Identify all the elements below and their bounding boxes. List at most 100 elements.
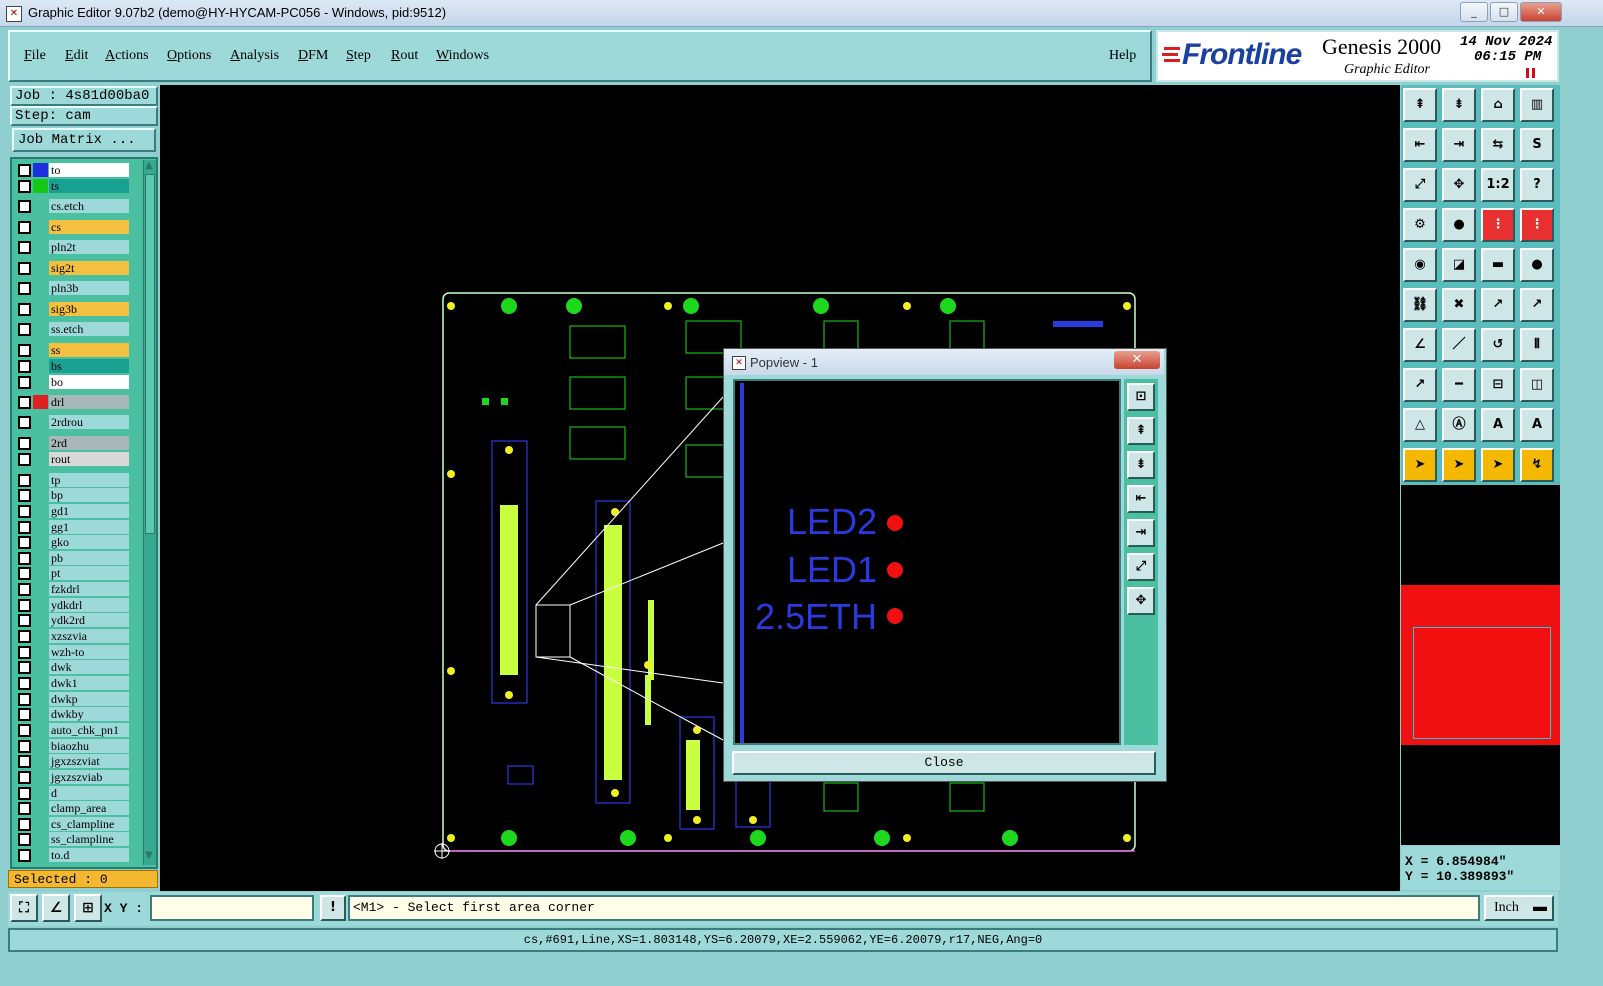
net-icon[interactable]: ⋮: [1481, 208, 1515, 242]
layer-checkbox[interactable]: [18, 536, 31, 549]
layer-name[interactable]: wzh-to: [49, 645, 129, 659]
cross-icon[interactable]: ✖: [1442, 288, 1476, 322]
layer-color-swatch[interactable]: [33, 240, 48, 254]
layer-color-swatch[interactable]: [33, 199, 48, 213]
menu-step[interactable]: Step: [346, 48, 371, 64]
menu-analysis[interactable]: Analysis: [230, 48, 279, 64]
layer-color-swatch[interactable]: [33, 801, 48, 815]
layer-color-swatch[interactable]: [33, 707, 48, 721]
layer-name[interactable]: pb: [49, 551, 129, 565]
popview-left-icon[interactable]: ⇤: [1127, 485, 1155, 513]
layer-name[interactable]: cs.etch: [49, 199, 129, 213]
layer-name[interactable]: ss.etch: [49, 322, 129, 336]
layer-color-swatch[interactable]: [33, 415, 48, 429]
route-icon[interactable]: ↯: [1520, 448, 1554, 482]
popview-down-icon[interactable]: ⇟: [1127, 451, 1155, 479]
alert-icon[interactable]: !: [320, 895, 346, 921]
layer-name[interactable]: biaozhu: [49, 739, 129, 753]
copy-icon[interactable]: ◫: [1520, 368, 1554, 402]
menu-edit[interactable]: Edit: [65, 48, 88, 64]
layer-checkbox[interactable]: [18, 505, 31, 518]
close-window-button[interactable]: ✕: [1520, 2, 1562, 22]
arc-icon[interactable]: ↺: [1481, 328, 1515, 362]
move-right-icon[interactable]: ⇥: [1442, 128, 1476, 162]
layer-checkbox[interactable]: [18, 344, 31, 357]
layer-checkbox[interactable]: [18, 521, 31, 534]
triangle-a-icon[interactable]: Ⓐ: [1442, 408, 1476, 442]
layer-checkbox[interactable]: [18, 833, 31, 846]
layer-name[interactable]: clamp_area: [49, 801, 129, 815]
layer-color-swatch[interactable]: [33, 754, 48, 768]
snap-icon[interactable]: ∠: [42, 894, 70, 922]
layer-name[interactable]: pt: [49, 566, 129, 580]
probe-icon[interactable]: ●: [1442, 208, 1476, 242]
overview-viewport[interactable]: [1413, 627, 1551, 739]
home-icon[interactable]: ⌂: [1481, 88, 1515, 122]
layer-color-swatch[interactable]: [33, 359, 48, 373]
line-icon[interactable]: ↗: [1481, 288, 1515, 322]
popview-close-x-button[interactable]: ✕: [1114, 351, 1160, 369]
layer-checkbox[interactable]: [18, 818, 31, 831]
layer-name[interactable]: dwk1: [49, 676, 129, 690]
maximize-button[interactable]: □: [1490, 2, 1518, 22]
layer-checkbox[interactable]: [18, 583, 31, 596]
menu-windows[interactable]: Windows: [436, 48, 489, 64]
layer-checkbox[interactable]: [18, 437, 31, 450]
layer-name[interactable]: gko: [49, 535, 129, 549]
layer-color-swatch[interactable]: [33, 692, 48, 706]
popview-titlebar[interactable]: ✕ Popview - 1 ✕: [724, 349, 1164, 375]
minus-icon[interactable]: ━: [1442, 368, 1476, 402]
layer-name[interactable]: dwkp: [49, 692, 129, 706]
menu-dfm[interactable]: DFM: [298, 48, 328, 64]
layer-name[interactable]: bp: [49, 488, 129, 502]
layer-checkbox[interactable]: [18, 303, 31, 316]
line2-icon[interactable]: ↗: [1520, 288, 1554, 322]
ruler-icon[interactable]: ▬: [1481, 248, 1515, 282]
layer-color-swatch[interactable]: [33, 786, 48, 800]
minimize-button[interactable]: _: [1460, 2, 1488, 22]
layer-color-swatch[interactable]: [33, 660, 48, 674]
layer-color-swatch[interactable]: [33, 452, 48, 466]
layer-checkbox[interactable]: [18, 323, 31, 336]
popview-zoom-icon[interactable]: ⊡: [1127, 383, 1155, 411]
tools-icon[interactable]: ⚙: [1403, 208, 1437, 242]
layer-name[interactable]: jgxzszviab: [49, 770, 129, 784]
layer-checkbox[interactable]: [18, 396, 31, 409]
units-select[interactable]: Inch ▬: [1484, 895, 1554, 921]
layer-color-swatch[interactable]: [33, 551, 48, 565]
zoom-area-icon[interactable]: ⛶: [10, 894, 38, 922]
layer-color-swatch[interactable]: [33, 598, 48, 612]
layer-color-swatch[interactable]: [33, 375, 48, 389]
layer-color-swatch[interactable]: [33, 582, 48, 596]
layer-name[interactable]: dwk: [49, 660, 129, 674]
layer-checkbox[interactable]: [18, 221, 31, 234]
layer-checkbox[interactable]: [18, 724, 31, 737]
layer-checkbox[interactable]: [18, 708, 31, 721]
xy-input[interactable]: [150, 895, 314, 921]
pointer-icon[interactable]: ➤: [1403, 448, 1437, 482]
menu-rout[interactable]: Rout: [391, 48, 418, 64]
layer-checkbox[interactable]: [18, 599, 31, 612]
layer-name[interactable]: ydkdrl: [49, 598, 129, 612]
popview-center-icon[interactable]: ✥: [1127, 587, 1155, 615]
layer-checkbox[interactable]: [18, 630, 31, 643]
layer-checkbox[interactable]: [18, 661, 31, 674]
layer-color-swatch[interactable]: [33, 832, 48, 846]
layer-color-swatch[interactable]: [33, 504, 48, 518]
swap-icon[interactable]: ⇆: [1481, 128, 1515, 162]
layer-color-swatch[interactable]: [33, 436, 48, 450]
layer-up-icon[interactable]: ⇞: [1403, 88, 1437, 122]
popview-close-button[interactable]: Close: [732, 751, 1156, 775]
layer-checkbox[interactable]: [18, 849, 31, 862]
highlight-icon[interactable]: ◪: [1442, 248, 1476, 282]
scroll-down-icon[interactable]: ▼: [145, 850, 153, 861]
zoom-fit-icon[interactable]: ⤢: [1403, 168, 1437, 202]
layer-color-swatch[interactable]: [33, 676, 48, 690]
layer-checkbox[interactable]: [18, 474, 31, 487]
select-icon[interactable]: ◉: [1403, 248, 1437, 282]
layer-name[interactable]: ydk2rd: [49, 613, 129, 627]
layer-checkbox[interactable]: [18, 646, 31, 659]
layer-name[interactable]: sig2t: [49, 261, 129, 275]
layer-color-swatch[interactable]: [33, 613, 48, 627]
layer-name[interactable]: to: [49, 163, 129, 177]
